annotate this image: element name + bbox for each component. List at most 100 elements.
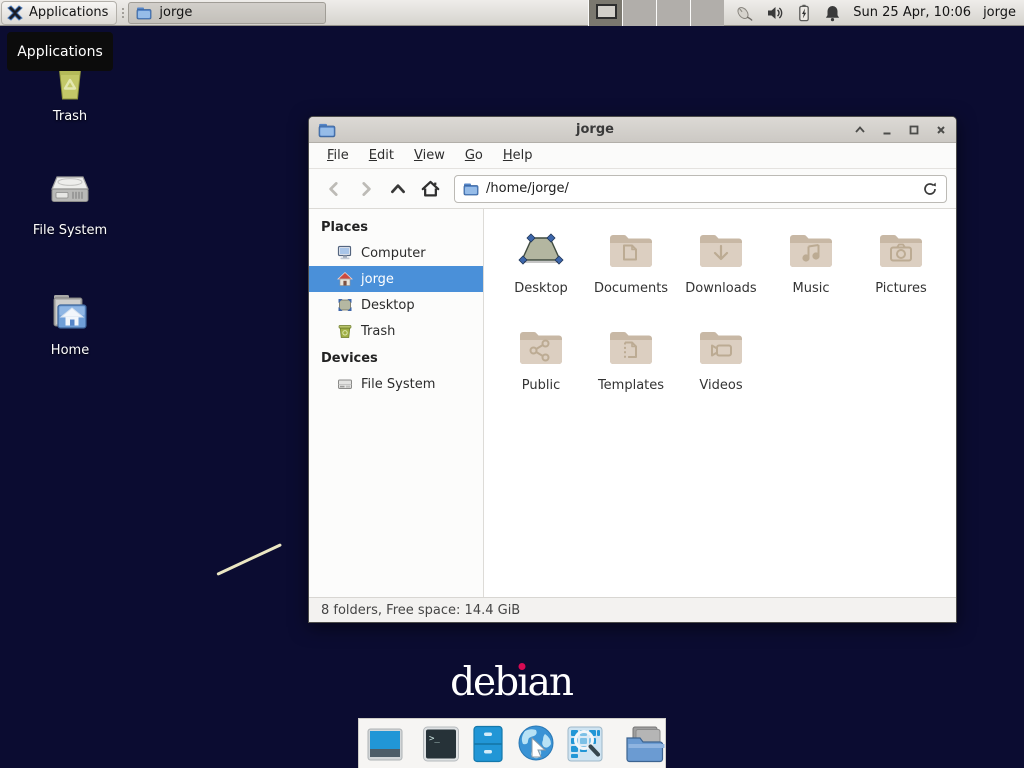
window-title: jorge — [336, 122, 854, 137]
menu-go[interactable]: Go — [455, 144, 493, 167]
file-label: Public — [522, 378, 560, 393]
file-label: Templates — [598, 378, 664, 393]
panel-handle[interactable] — [119, 4, 126, 22]
home-folder-icon — [46, 288, 94, 336]
file-manager-window: jorge File Edit View Go Help — [308, 116, 957, 623]
panel-user-menu[interactable]: jorge — [983, 5, 1016, 20]
dock-panel: >_ — [358, 718, 666, 768]
sidebar-item-label: File System — [361, 377, 435, 392]
sidebar-item-jorge[interactable]: jorge — [309, 266, 483, 292]
web-browser-launcher[interactable] — [515, 723, 557, 765]
battery-icon[interactable] — [796, 4, 812, 22]
sidebar-header-devices: Devices — [309, 344, 483, 371]
terminal-launcher[interactable]: >_ — [421, 724, 461, 764]
file-label: Videos — [699, 378, 742, 393]
sidebar-item-label: Computer — [361, 246, 426, 261]
sidebar-item-desktop[interactable]: Desktop — [309, 292, 483, 318]
taskbar-window-label: jorge — [159, 5, 192, 20]
documents-folder-icon — [607, 226, 655, 274]
file-pictures[interactable]: Pictures — [856, 221, 946, 318]
top-panel: Applications jorge — [0, 0, 1024, 26]
back-button[interactable] — [318, 175, 350, 203]
xfce-menu-icon — [6, 4, 24, 22]
up-button[interactable] — [382, 175, 414, 203]
applications-tooltip: Applications — [7, 32, 113, 71]
file-label: Music — [793, 281, 830, 296]
applications-menu-button[interactable]: Applications — [1, 1, 117, 25]
desktop-icon-label: Trash — [53, 109, 87, 124]
file-manager-launcher[interactable] — [469, 724, 507, 764]
menu-edit[interactable]: Edit — [359, 144, 404, 167]
notifications-icon[interactable] — [824, 4, 841, 22]
shade-button[interactable] — [854, 124, 866, 136]
sidebar-item-computer[interactable]: Computer — [309, 240, 483, 266]
desktop-icon-home[interactable]: Home — [22, 288, 118, 358]
file-templates[interactable]: Templates — [586, 318, 676, 415]
workspace-window-thumb — [596, 4, 617, 19]
workspace-4[interactable] — [690, 0, 724, 26]
file-desktop[interactable]: Desktop — [496, 221, 586, 318]
public-folder-icon — [517, 323, 565, 371]
user-home-icon — [337, 271, 353, 287]
file-downloads[interactable]: Downloads — [676, 221, 766, 318]
window-folder-icon — [318, 122, 336, 138]
path-text: /home/jorge/ — [486, 181, 569, 196]
file-public[interactable]: Public — [496, 318, 586, 415]
close-button[interactable] — [935, 124, 947, 136]
file-music[interactable]: Music — [766, 221, 856, 318]
music-folder-icon — [787, 226, 835, 274]
sidebar-item-file-system[interactable]: File System — [309, 371, 483, 397]
desktop-icon-label: Home — [51, 343, 89, 358]
debian-logo-dot — [519, 663, 526, 670]
workspace-1[interactable] — [588, 0, 622, 26]
terminal-icon: >_ — [421, 724, 461, 764]
taskbar-window-button[interactable]: jorge — [128, 2, 326, 24]
pictures-folder-icon — [877, 226, 925, 274]
file-label: Documents — [594, 281, 668, 296]
computer-icon — [337, 245, 353, 261]
maximize-button[interactable] — [908, 124, 920, 136]
menu-help[interactable]: Help — [493, 144, 543, 167]
directory-menu-icon — [621, 723, 667, 765]
file-icon-view[interactable]: Desktop Documents — [484, 209, 956, 597]
window-titlebar[interactable]: jorge — [309, 117, 956, 143]
workspace-3[interactable] — [656, 0, 690, 26]
mouse-icon[interactable] — [734, 4, 754, 22]
show-desktop-button[interactable] — [365, 724, 405, 764]
home-button[interactable] — [414, 175, 446, 203]
sidebar: Places Computer jorge — [309, 209, 484, 597]
forward-button[interactable] — [350, 175, 382, 203]
file-videos[interactable]: Videos — [676, 318, 766, 415]
trash-icon — [337, 323, 353, 339]
tooltip-text: Applications — [17, 44, 103, 60]
applications-menu-label: Applications — [29, 5, 108, 20]
panel-clock[interactable]: Sun 25 Apr, 10:06 — [853, 5, 971, 20]
downloads-folder-icon — [697, 226, 745, 274]
system-tray — [734, 4, 841, 22]
file-label: Downloads — [685, 281, 756, 296]
file-documents[interactable]: Documents — [586, 221, 676, 318]
sidebar-item-trash[interactable]: Trash — [309, 318, 483, 344]
workspace-2[interactable] — [622, 0, 656, 26]
filesystem-drive-icon — [46, 168, 94, 216]
sidebar-header-places: Places — [309, 213, 483, 240]
directory-menu-button[interactable] — [621, 723, 667, 765]
templates-folder-icon — [607, 323, 655, 371]
minimize-button[interactable] — [881, 124, 893, 136]
drive-icon — [337, 376, 353, 392]
menu-file[interactable]: File — [317, 144, 359, 167]
svg-text:>_: >_ — [429, 734, 440, 744]
file-label: Pictures — [875, 281, 926, 296]
workspace-pager — [588, 0, 724, 26]
app-finder-launcher[interactable] — [565, 724, 605, 764]
desktop-icon-file-system[interactable]: File System — [22, 168, 118, 238]
videos-folder-icon — [697, 323, 745, 371]
file-cabinet-icon — [469, 724, 507, 764]
menu-view[interactable]: View — [404, 144, 455, 167]
path-entry[interactable]: /home/jorge/ — [454, 175, 947, 203]
reload-button[interactable] — [922, 181, 938, 197]
folder-icon — [136, 6, 152, 20]
volume-icon[interactable] — [766, 4, 784, 22]
web-browser-icon — [515, 723, 557, 765]
file-label: Desktop — [514, 281, 568, 296]
